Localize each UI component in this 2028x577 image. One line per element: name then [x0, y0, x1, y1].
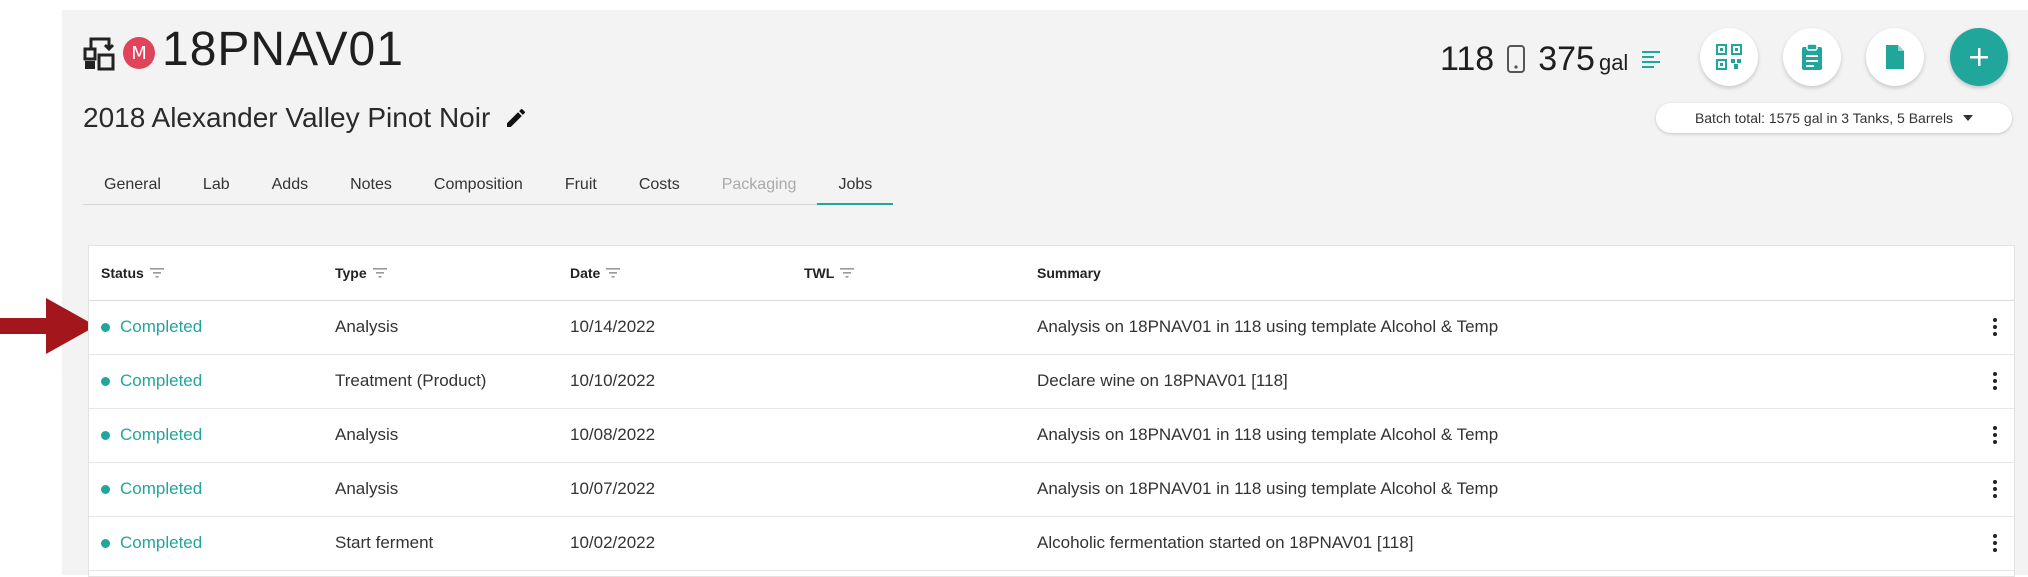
- status-dot: [101, 430, 110, 440]
- header-icons: M: [83, 28, 155, 78]
- tab-notes[interactable]: Notes: [329, 168, 413, 204]
- tab-jobs[interactable]: Jobs: [817, 168, 894, 205]
- volume-value: 375: [1538, 39, 1595, 78]
- batch-total-dropdown[interactable]: Batch total: 1575 gal in 3 Tanks, 5 Barr…: [1656, 103, 2012, 133]
- summary-cell: Analysis on 18PNAV01 in 118 using templa…: [1037, 317, 1499, 336]
- column-header-type[interactable]: Type: [335, 265, 387, 281]
- status-text: Completed: [120, 533, 203, 552]
- column-label: Date: [570, 265, 601, 281]
- table-row[interactable]: Completed Start ferment 10/02/2022 Alcoh…: [89, 517, 2014, 571]
- summary-cell: Analysis on 18PNAV01 in 118 using templa…: [1037, 479, 1499, 498]
- column-header-summary: Summary: [1037, 265, 1101, 281]
- status-cell: Completed: [101, 317, 202, 337]
- chevron-down-icon: [1963, 115, 1974, 121]
- status-text: Completed: [120, 479, 203, 498]
- status-cell: Completed: [101, 371, 202, 391]
- column-label: TWL: [804, 265, 835, 281]
- kebab-menu-icon[interactable]: [1992, 425, 1998, 445]
- volume-unit: gal: [1598, 50, 1629, 75]
- kebab-menu-icon[interactable]: [1992, 479, 1998, 499]
- filter-icon[interactable]: [606, 268, 621, 278]
- status-cell: Completed: [101, 533, 202, 553]
- volume-summary: 118 375 gal: [1440, 34, 1662, 84]
- type-cell: Treatment (Product): [335, 371, 487, 390]
- tab-general[interactable]: General: [83, 168, 182, 204]
- status-text: Completed: [120, 371, 203, 390]
- document-button[interactable]: [1866, 28, 1924, 86]
- status-cell: Completed: [101, 479, 202, 499]
- column-header-date[interactable]: Date: [570, 265, 621, 281]
- edit-icon[interactable]: [504, 106, 528, 130]
- annotation-arrow-icon: [0, 298, 96, 354]
- summary-cell: Analysis on 18PNAV01 in 118 using templa…: [1037, 425, 1499, 444]
- status-dot: [101, 322, 110, 332]
- tab-costs[interactable]: Costs: [618, 168, 701, 204]
- batch-icon: [83, 37, 115, 71]
- batch-name: 2018 Alexander Valley Pinot Noir: [83, 102, 528, 134]
- status-dot: [101, 484, 110, 494]
- plus-icon: [1970, 48, 1988, 66]
- clipboard-button[interactable]: [1783, 28, 1841, 86]
- tab-adds[interactable]: Adds: [251, 168, 329, 204]
- table-row[interactable]: Completed Treatment (Product) 10/10/2022…: [89, 355, 2014, 409]
- tab-packaging: Packaging: [721, 176, 797, 193]
- table-row[interactable]: Completed Analysis 10/07/2022 Analysis o…: [89, 463, 2014, 517]
- date-cell: 10/10/2022: [570, 371, 656, 390]
- page-title: 18PNAV01: [162, 23, 404, 76]
- table-header: Status Type Date TWL Summary: [89, 246, 2014, 301]
- table-row[interactable]: Completed Analysis 10/08/2022 Analysis o…: [89, 409, 2014, 463]
- column-label: Summary: [1037, 265, 1101, 281]
- filter-icon[interactable]: [840, 268, 855, 278]
- status-dot: [101, 376, 110, 386]
- date-cell: 10/14/2022: [570, 317, 656, 336]
- tab-composition[interactable]: Composition: [413, 168, 544, 204]
- add-button[interactable]: [1950, 28, 2008, 86]
- date-cell: 10/07/2022: [570, 479, 656, 498]
- filter-icon[interactable]: [372, 268, 387, 278]
- type-cell: Analysis: [335, 479, 399, 498]
- column-label: Status: [101, 265, 144, 281]
- tab-bar: General Lab Adds Notes Composition Fruit…: [83, 168, 894, 205]
- kebab-menu-icon[interactable]: [1992, 317, 1998, 337]
- status-text: Completed: [120, 425, 203, 444]
- type-cell: Start ferment: [335, 533, 434, 552]
- qr-code-button[interactable]: [1700, 28, 1758, 86]
- status-dot: [101, 538, 110, 548]
- tab-lab[interactable]: Lab: [182, 168, 251, 204]
- filter-icon[interactable]: [149, 268, 164, 278]
- summary-cell: Declare wine on 18PNAV01 [118]: [1037, 371, 1288, 390]
- clipboard-icon: [1802, 43, 1822, 70]
- vessel-number: 118: [1440, 39, 1495, 78]
- status-cell: Completed: [101, 425, 202, 445]
- table-row[interactable]: Completed Analysis 10/14/2022 Analysis o…: [89, 301, 2014, 355]
- list-icon[interactable]: [1640, 48, 1662, 70]
- date-cell: 10/08/2022: [570, 425, 656, 444]
- type-cell: Analysis: [335, 317, 399, 336]
- qr-code-icon: [1716, 44, 1742, 70]
- column-header-twl[interactable]: TWL: [804, 265, 855, 281]
- status-text: Completed: [120, 317, 203, 336]
- batch-total-text: Batch total: 1575 gal in 3 Tanks, 5 Barr…: [1694, 110, 1954, 126]
- jobs-table: Status Type Date TWL Summary Completed A…: [88, 245, 2015, 577]
- column-label: Type: [335, 265, 367, 281]
- kebab-menu-icon[interactable]: [1992, 371, 1998, 391]
- column-header-status[interactable]: Status: [101, 265, 164, 281]
- batch-name-text: 2018 Alexander Valley Pinot Noir: [83, 102, 491, 133]
- tab-fruit[interactable]: Fruit: [544, 168, 618, 204]
- type-cell: Analysis: [335, 425, 399, 444]
- phone-icon: [1507, 45, 1526, 73]
- batch-owner-badge: M: [123, 37, 155, 69]
- date-cell: 10/02/2022: [570, 533, 656, 552]
- summary-cell: Alcoholic fermentation started on 18PNAV…: [1037, 533, 1414, 552]
- document-icon: [1886, 45, 1904, 69]
- kebab-menu-icon[interactable]: [1992, 533, 1998, 553]
